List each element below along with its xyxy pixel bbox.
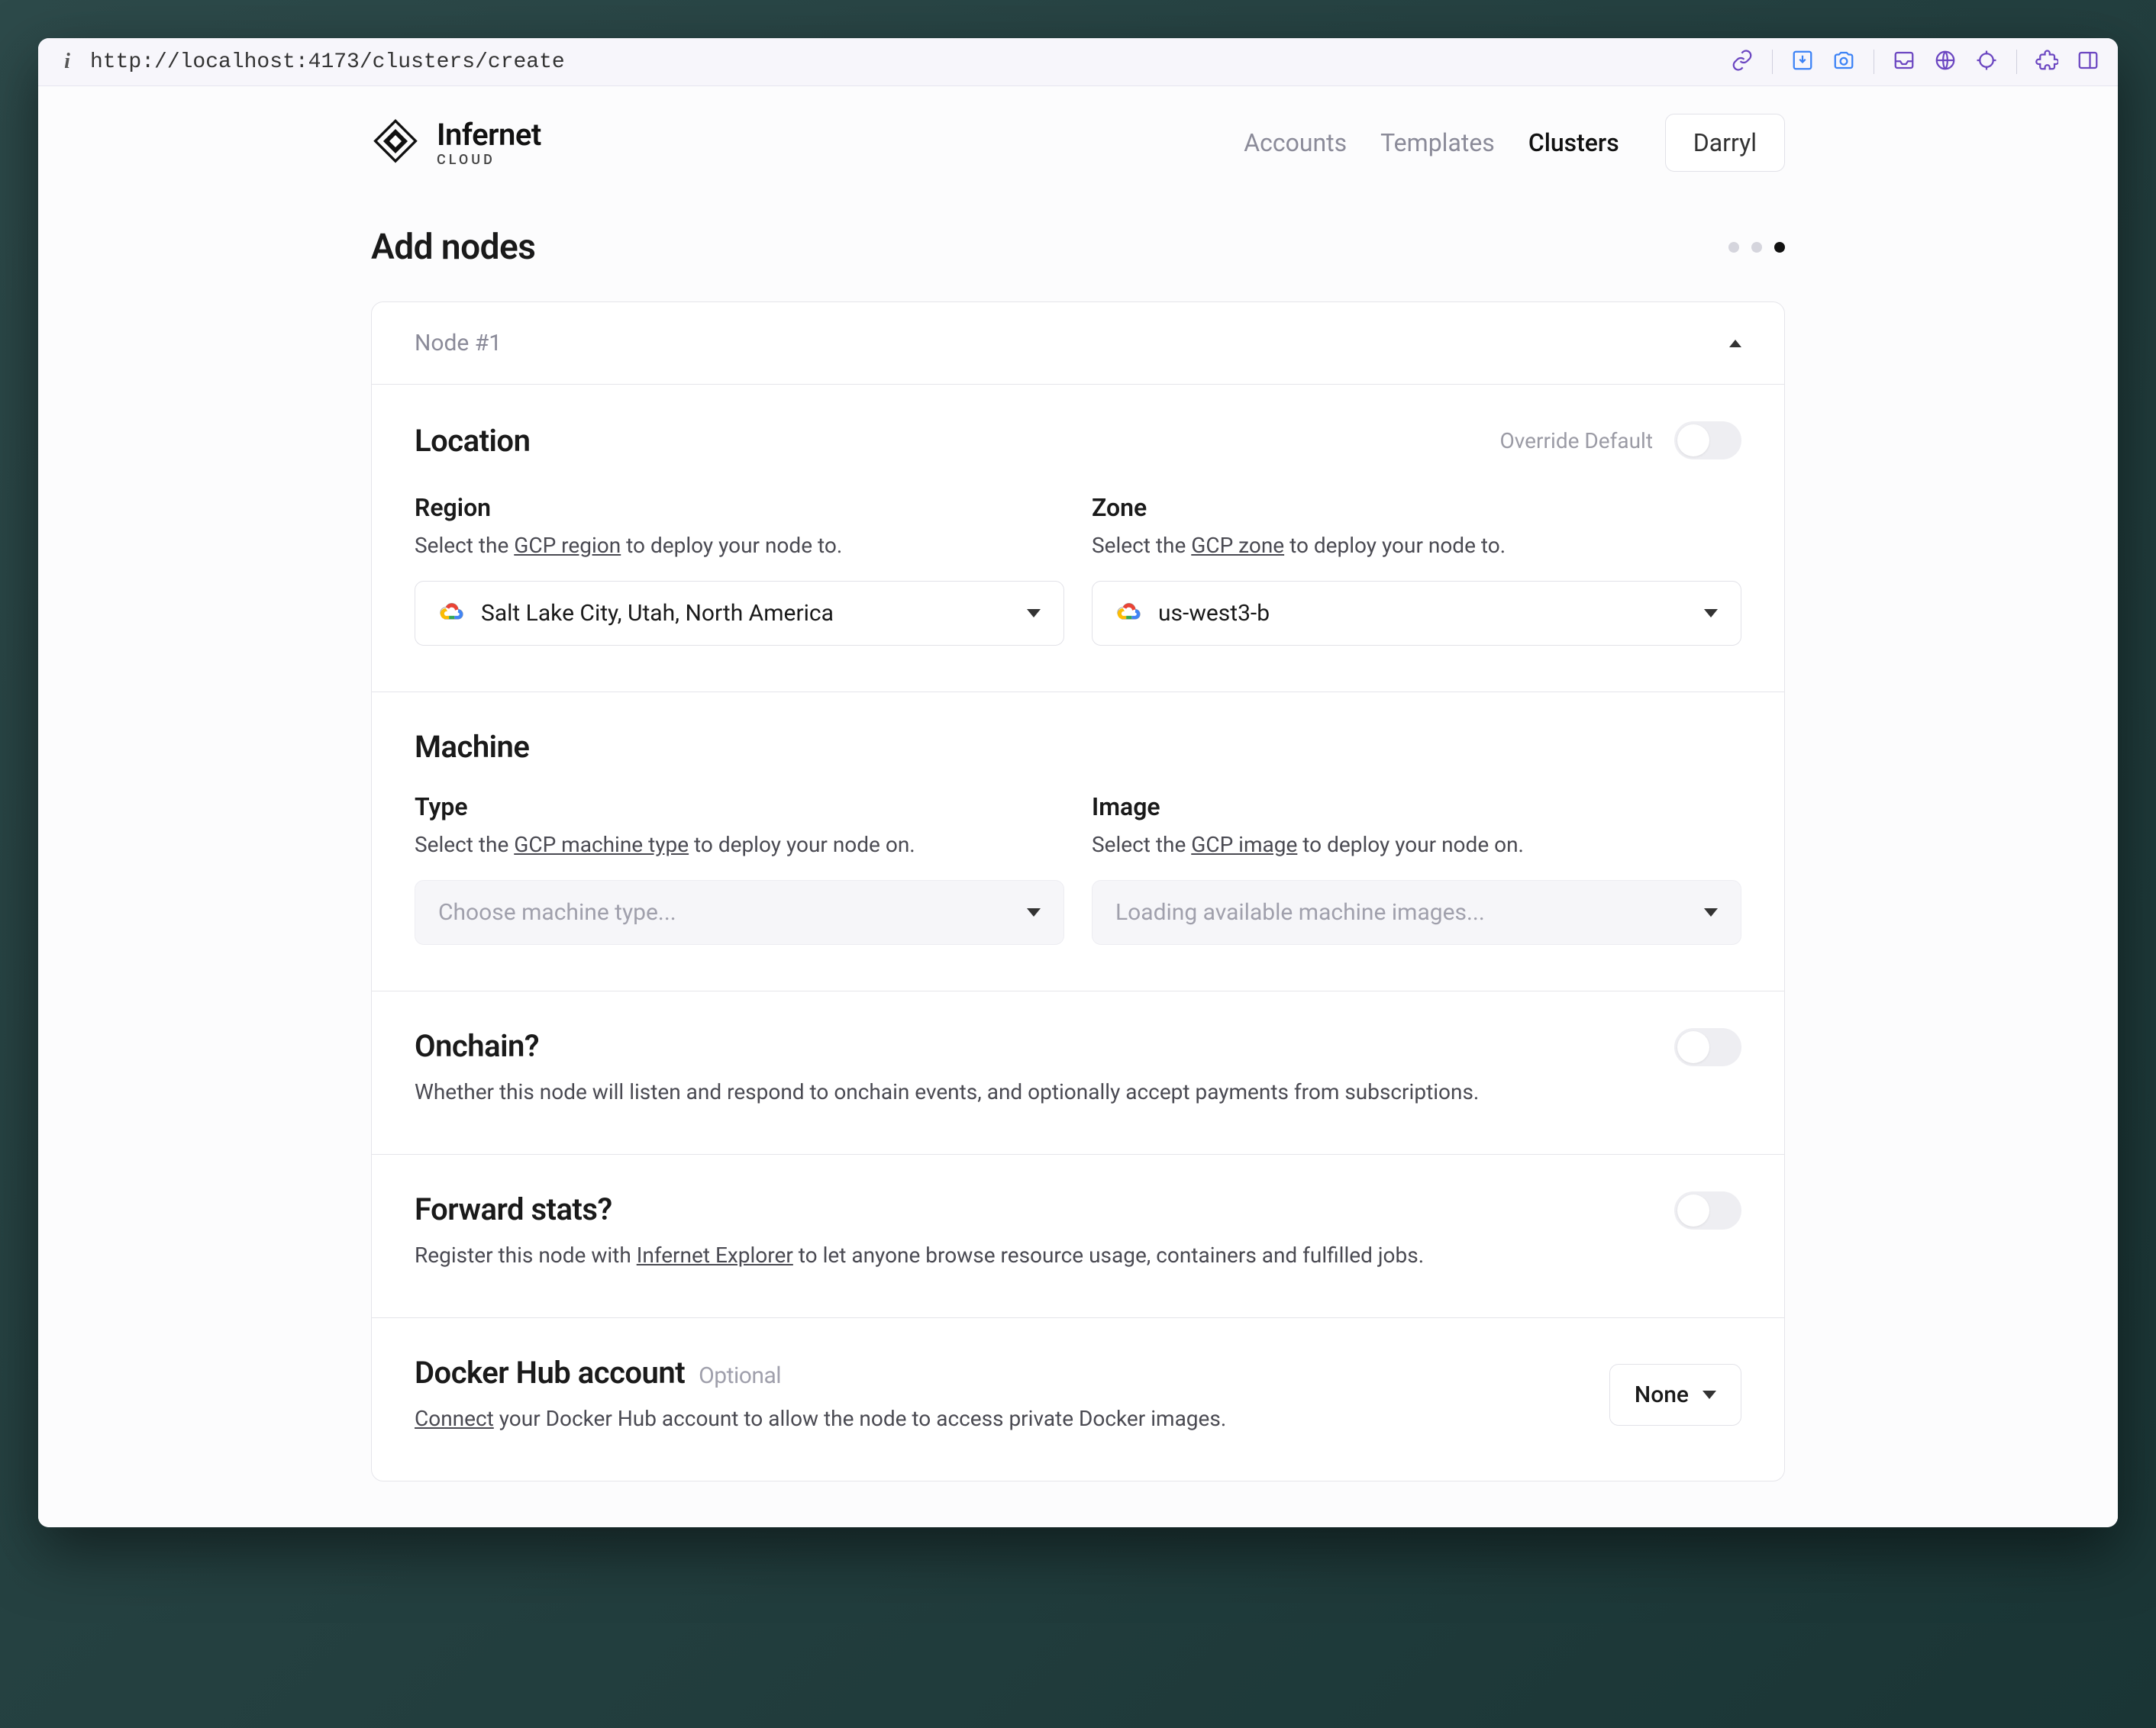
logo[interactable]: Infernet CLOUD <box>371 117 1244 169</box>
forward-stats-desc: Register this node with Infernet Explore… <box>415 1240 1644 1272</box>
region-select[interactable]: Salt Lake City, Utah, North America <box>415 581 1064 646</box>
gcp-region-link[interactable]: GCP region <box>514 533 621 558</box>
browser-toolbar-icons <box>1731 49 2100 75</box>
forward-stats-section: Forward stats? Register this node with I… <box>372 1155 1784 1318</box>
browser-window: i http://localhost:4173/clusters/create <box>38 38 2118 1527</box>
info-icon[interactable]: i <box>56 50 78 74</box>
docker-title: Docker Hub account Optional <box>415 1355 1579 1391</box>
logo-icon <box>371 117 420 169</box>
machine-section: Machine Type Select the GCP machine type… <box>372 692 1784 991</box>
nav-clusters[interactable]: Clusters <box>1528 128 1619 157</box>
docker-desc: Connect your Docker Hub account to allow… <box>415 1403 1579 1435</box>
chevron-down-icon <box>1703 1391 1716 1399</box>
machine-title: Machine <box>415 729 1741 765</box>
url-text[interactable]: http://localhost:4173/clusters/create <box>90 50 1719 74</box>
gcp-zone-link[interactable]: GCP zone <box>1191 533 1284 558</box>
machine-image-select[interactable]: Loading available machine images... <box>1092 880 1741 945</box>
nav-templates[interactable]: Templates <box>1380 128 1495 157</box>
toggle-knob <box>1677 1031 1709 1063</box>
page-heading-row: Add nodes <box>371 199 1785 301</box>
zone-help: Select the GCP zone to deploy your node … <box>1092 533 1741 558</box>
region-label: Region <box>415 493 1064 522</box>
docker-section: Docker Hub account Optional Connect your… <box>372 1318 1784 1481</box>
region-value: Salt Lake City, Utah, North America <box>481 600 1010 627</box>
image-field: Image Select the GCP image to deploy you… <box>1092 792 1741 945</box>
user-menu-button[interactable]: Darryl <box>1665 114 1785 172</box>
gcp-icon <box>1115 601 1141 627</box>
location-section: Location Override Default Region <box>372 385 1784 692</box>
page-content: Infernet CLOUD Accounts Templates Cluste… <box>38 86 2118 1527</box>
type-field: Type Select the GCP machine type to depl… <box>415 792 1064 945</box>
image-help: Select the GCP image to deploy your node… <box>1092 832 1741 857</box>
infernet-explorer-link[interactable]: Infernet Explorer <box>637 1243 793 1268</box>
override-default-label: Override Default <box>1500 428 1653 453</box>
machine-type-select[interactable]: Choose machine type... <box>415 880 1064 945</box>
gcp-icon <box>438 601 464 627</box>
image-label: Image <box>1092 792 1741 821</box>
chevron-down-icon <box>1027 609 1041 617</box>
panel-icon[interactable] <box>2077 49 2100 75</box>
camera-icon[interactable] <box>1832 49 1855 75</box>
step-dot-3[interactable] <box>1774 242 1785 253</box>
chevron-down-icon <box>1027 908 1041 917</box>
type-help: Select the GCP machine type to deploy yo… <box>415 832 1064 857</box>
step-dot-2[interactable] <box>1751 242 1762 253</box>
nav-accounts[interactable]: Accounts <box>1244 128 1347 157</box>
onchain-desc: Whether this node will listen and respon… <box>415 1076 1644 1108</box>
brand-title: Infernet <box>437 118 541 152</box>
machine-image-placeholder: Loading available machine images... <box>1115 899 1687 926</box>
zone-value: us-west3-b <box>1158 600 1687 627</box>
onchain-title: Onchain? <box>415 1028 1644 1064</box>
docker-account-value: None <box>1635 1381 1689 1408</box>
zone-field: Zone Select the GCP zone to deploy your … <box>1092 493 1741 646</box>
forward-stats-title: Forward stats? <box>415 1191 1644 1227</box>
main: Add nodes Node #1 Location <box>371 199 1785 1527</box>
link-icon[interactable] <box>1731 49 1754 75</box>
gcp-image-link[interactable]: GCP image <box>1191 832 1297 857</box>
override-default-toggle[interactable] <box>1674 421 1741 459</box>
location-title: Location <box>415 423 1500 459</box>
extension-icon[interactable] <box>2035 49 2058 75</box>
main-nav: Accounts Templates Clusters Darryl <box>1244 114 1785 172</box>
inbox-icon[interactable] <box>1893 49 1916 75</box>
brand-sub: CLOUD <box>437 152 541 168</box>
step-indicator <box>1728 242 1785 253</box>
step-dot-1[interactable] <box>1728 242 1739 253</box>
target-icon[interactable] <box>1975 49 1998 75</box>
toggle-knob <box>1677 1194 1709 1227</box>
onchain-toggle[interactable] <box>1674 1028 1741 1066</box>
page-title: Add nodes <box>371 227 1728 268</box>
region-help: Select the GCP region to deploy your nod… <box>415 533 1064 558</box>
optional-tag: Optional <box>699 1362 781 1389</box>
globe-icon[interactable] <box>1934 49 1957 75</box>
node-card: Node #1 Location Override Default <box>371 301 1785 1481</box>
node-card-header[interactable]: Node #1 <box>372 302 1784 385</box>
browser-address-bar: i http://localhost:4173/clusters/create <box>38 38 2118 86</box>
type-label: Type <box>415 792 1064 821</box>
docker-account-select[interactable]: None <box>1609 1364 1741 1426</box>
node-card-title: Node #1 <box>415 330 1729 356</box>
download-icon[interactable] <box>1791 49 1814 75</box>
toggle-knob <box>1677 424 1709 456</box>
app-header: Infernet CLOUD Accounts Templates Cluste… <box>371 86 1785 199</box>
chevron-up-icon <box>1729 340 1741 347</box>
region-field: Region Select the GCP region to deploy y… <box>415 493 1064 646</box>
forward-stats-toggle[interactable] <box>1674 1191 1741 1230</box>
machine-type-placeholder: Choose machine type... <box>438 899 1010 926</box>
zone-select[interactable]: us-west3-b <box>1092 581 1741 646</box>
onchain-section: Onchain? Whether this node will listen a… <box>372 991 1784 1155</box>
zone-label: Zone <box>1092 493 1741 522</box>
connect-docker-link[interactable]: Connect <box>415 1406 494 1431</box>
chevron-down-icon <box>1704 908 1718 917</box>
chevron-down-icon <box>1704 609 1718 617</box>
gcp-machine-type-link[interactable]: GCP machine type <box>514 832 689 857</box>
